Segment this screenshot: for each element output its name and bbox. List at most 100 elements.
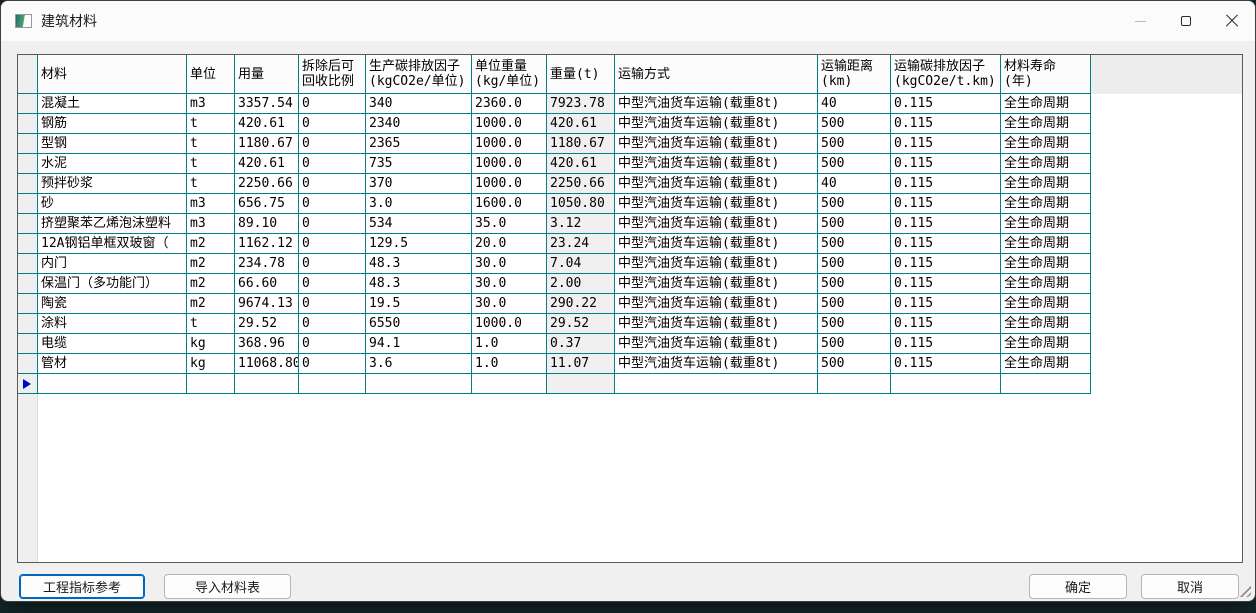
cell-unit[interactable]: t [187, 314, 235, 334]
cell-unit[interactable]: m2 [187, 234, 235, 254]
cell-transport-factor[interactable]: 0.115 [891, 294, 1001, 314]
cell-transport-mode[interactable]: 中型汽油货车运输(载重8t) [615, 294, 818, 314]
cell-production-factor[interactable]: 370 [366, 174, 472, 194]
row-header-cell[interactable] [18, 154, 38, 174]
cell-recycle-ratio[interactable]: 0 [299, 234, 366, 254]
cell-unit-weight[interactable]: 2360.0 [472, 94, 547, 114]
cell-unit[interactable]: m3 [187, 214, 235, 234]
cell-unit[interactable]: t [187, 154, 235, 174]
cell-amount[interactable]: 29.52 [235, 314, 299, 334]
cell-transport-distance[interactable]: 500 [818, 294, 891, 314]
cell-recycle-ratio[interactable]: 0 [299, 174, 366, 194]
cell-lifespan[interactable]: 全生命周期 [1001, 174, 1091, 194]
cell-transport-factor[interactable]: 0.115 [891, 134, 1001, 154]
cell-recycle-ratio[interactable]: 0 [299, 334, 366, 354]
cell-recycle-ratio[interactable]: 0 [299, 354, 366, 374]
row-header-cell[interactable] [18, 234, 38, 254]
cell-unit-weight[interactable]: 30.0 [472, 274, 547, 294]
cell-material[interactable]: 砂 [38, 194, 187, 214]
cell-material[interactable]: 保温门（多功能门） [38, 274, 187, 294]
cell-transport-distance[interactable]: 40 [818, 94, 891, 114]
cell-transport-mode[interactable]: 中型汽油货车运输(载重8t) [615, 214, 818, 234]
cell-transport-distance[interactable]: 500 [818, 354, 891, 374]
cell-recycle-ratio[interactable]: 0 [299, 294, 366, 314]
cell-recycle-ratio[interactable]: 0 [299, 194, 366, 214]
cell-unit-weight[interactable]: 30.0 [472, 254, 547, 274]
cell-material[interactable]: 混凝土 [38, 94, 187, 114]
cell-production-factor[interactable]: 3.6 [366, 354, 472, 374]
cell-material[interactable]: 型钢 [38, 134, 187, 154]
cell-transport-mode[interactable]: 中型汽油货车运输(载重8t) [615, 254, 818, 274]
cell-unit-weight[interactable]: 1000.0 [472, 114, 547, 134]
cell-material[interactable]: 12A钢铝单框双玻窗（ [38, 234, 187, 254]
cell-recycle-ratio[interactable]: 0 [299, 154, 366, 174]
cell-lifespan[interactable]: 全生命周期 [1001, 294, 1091, 314]
cell-unit-weight[interactable] [472, 374, 547, 394]
ok-button[interactable]: 确定 [1029, 574, 1127, 599]
cell-transport-factor[interactable]: 0.115 [891, 334, 1001, 354]
cell-transport-distance[interactable]: 500 [818, 154, 891, 174]
cell-unit[interactable]: t [187, 174, 235, 194]
row-header-cell[interactable] [18, 114, 38, 134]
cell-production-factor[interactable]: 534 [366, 214, 472, 234]
cell-production-factor[interactable]: 94.1 [366, 334, 472, 354]
cell-weight[interactable]: 2250.66 [547, 174, 615, 194]
cell-weight[interactable]: 29.52 [547, 314, 615, 334]
cell-material[interactable]: 陶瓷 [38, 294, 187, 314]
cell-transport-factor[interactable]: 0.115 [891, 94, 1001, 114]
row-header-cell[interactable] [18, 174, 38, 194]
cell-recycle-ratio[interactable]: 0 [299, 214, 366, 234]
cell-recycle-ratio[interactable]: 0 [299, 274, 366, 294]
cell-transport-mode[interactable]: 中型汽油货车运输(载重8t) [615, 274, 818, 294]
cell-weight[interactable]: 11.07 [547, 354, 615, 374]
cell-transport-factor[interactable]: 0.115 [891, 254, 1001, 274]
cell-unit[interactable]: kg [187, 334, 235, 354]
cell-weight[interactable]: 290.22 [547, 294, 615, 314]
cell-recycle-ratio[interactable]: 0 [299, 314, 366, 334]
row-header-cell[interactable] [18, 294, 38, 314]
cell-lifespan[interactable]: 全生命周期 [1001, 354, 1091, 374]
cell-recycle-ratio[interactable]: 0 [299, 114, 366, 134]
cell-unit[interactable]: m2 [187, 254, 235, 274]
row-header-cell[interactable] [18, 354, 38, 374]
cell-recycle-ratio[interactable]: 0 [299, 254, 366, 274]
cell-unit-weight[interactable]: 1600.0 [472, 194, 547, 214]
cell-weight[interactable]: 420.61 [547, 114, 615, 134]
cell-transport-mode[interactable]: 中型汽油货车运输(载重8t) [615, 234, 818, 254]
cell-unit-weight[interactable]: 1000.0 [472, 134, 547, 154]
cell-production-factor[interactable]: 2365 [366, 134, 472, 154]
cell-unit-weight[interactable]: 1.0 [472, 334, 547, 354]
cell-transport-mode[interactable]: 中型汽油货车运输(载重8t) [615, 114, 818, 134]
cell-production-factor[interactable]: 129.5 [366, 234, 472, 254]
cell-unit-weight[interactable]: 1000.0 [472, 314, 547, 334]
cell-transport-factor[interactable]: 0.115 [891, 214, 1001, 234]
cell-transport-factor[interactable]: 0.115 [891, 114, 1001, 134]
cell-transport-mode[interactable]: 中型汽油货车运输(载重8t) [615, 334, 818, 354]
cell-amount[interactable]: 656.75 [235, 194, 299, 214]
cell-material[interactable]: 涂料 [38, 314, 187, 334]
cell-transport-mode[interactable] [615, 374, 818, 394]
cell-transport-factor[interactable]: 0.115 [891, 174, 1001, 194]
cell-transport-distance[interactable]: 500 [818, 314, 891, 334]
cell-material[interactable]: 挤塑聚苯乙烯泡沫塑料 [38, 214, 187, 234]
cell-amount[interactable]: 2250.66 [235, 174, 299, 194]
cell-lifespan[interactable]: 全生命周期 [1001, 194, 1091, 214]
cell-weight[interactable]: 1050.80 [547, 194, 615, 214]
cell-amount[interactable]: 1162.12 [235, 234, 299, 254]
cell-unit-weight[interactable]: 1000.0 [472, 174, 547, 194]
cell-transport-distance[interactable]: 500 [818, 214, 891, 234]
cell-transport-distance[interactable]: 500 [818, 114, 891, 134]
reference-button[interactable]: 工程指标参考 [19, 574, 145, 599]
cell-weight[interactable]: 3.12 [547, 214, 615, 234]
cell-amount[interactable]: 368.96 [235, 334, 299, 354]
row-header-cell[interactable] [18, 314, 38, 334]
cell-lifespan[interactable]: 全生命周期 [1001, 254, 1091, 274]
row-header-cell[interactable] [18, 94, 38, 114]
cell-material[interactable]: 内门 [38, 254, 187, 274]
cancel-button[interactable]: 取消 [1141, 574, 1239, 599]
cell-amount[interactable] [235, 374, 299, 394]
cell-amount[interactable]: 420.61 [235, 154, 299, 174]
cell-lifespan[interactable]: 全生命周期 [1001, 134, 1091, 154]
cell-production-factor[interactable]: 19.5 [366, 294, 472, 314]
cell-unit[interactable]: m3 [187, 94, 235, 114]
